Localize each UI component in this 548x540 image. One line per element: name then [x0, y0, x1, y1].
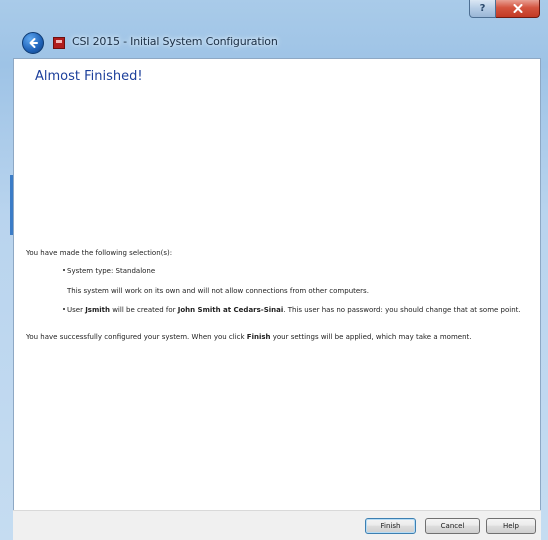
app-icon: [53, 37, 65, 49]
system-type-description: This system will work on its own and wil…: [67, 287, 369, 295]
question-icon: ?: [479, 3, 486, 14]
close-button[interactable]: [496, 0, 540, 18]
user-fullname: John Smith at Cedars-Sinai: [177, 306, 284, 314]
back-button[interactable]: [22, 32, 44, 54]
help-caption-button[interactable]: ?: [469, 0, 496, 18]
bullet-icon: [63, 269, 65, 271]
final-text: You have successfully configured your sy…: [26, 333, 471, 342]
page: CSI 2015 - Initial System Configuration …: [0, 0, 548, 540]
help-button[interactable]: Help: [486, 518, 536, 534]
final-prefix: You have successfully configured your sy…: [26, 333, 247, 341]
user-middle: will be created for: [109, 306, 178, 314]
bullet-icon: [63, 308, 65, 310]
cancel-button[interactable]: Cancel: [425, 518, 480, 534]
window-title: CSI 2015 - Initial System Configuration: [72, 35, 278, 48]
wizard-content: Almost Finished! You have made the follo…: [13, 58, 541, 517]
back-arrow-icon: [29, 38, 38, 48]
system-type-item: System type: Standalone: [63, 267, 155, 276]
finish-button[interactable]: Finish: [365, 518, 416, 534]
button-bar: Finish Cancel Help: [13, 510, 541, 540]
user-prefix: User: [67, 306, 86, 314]
user-item: User Jsmith will be created for John Smi…: [63, 306, 533, 315]
title-bar[interactable]: CSI 2015 - Initial System Configuration …: [0, 0, 548, 58]
intro-text: You have made the following selection(s)…: [26, 249, 173, 257]
page-heading: Almost Finished!: [35, 69, 143, 84]
system-type-label: System type: Standalone: [67, 267, 156, 275]
user-name: Jsmith: [85, 306, 110, 314]
caption-buttons: ?: [469, 0, 540, 18]
window-frame: CSI 2015 - Initial System Configuration …: [0, 0, 548, 540]
user-suffix: . This user has no password: you should …: [283, 306, 521, 314]
close-icon: [513, 4, 522, 13]
final-suffix: your settings will be applied, which may…: [270, 333, 472, 341]
final-bold: Finish: [246, 333, 271, 341]
